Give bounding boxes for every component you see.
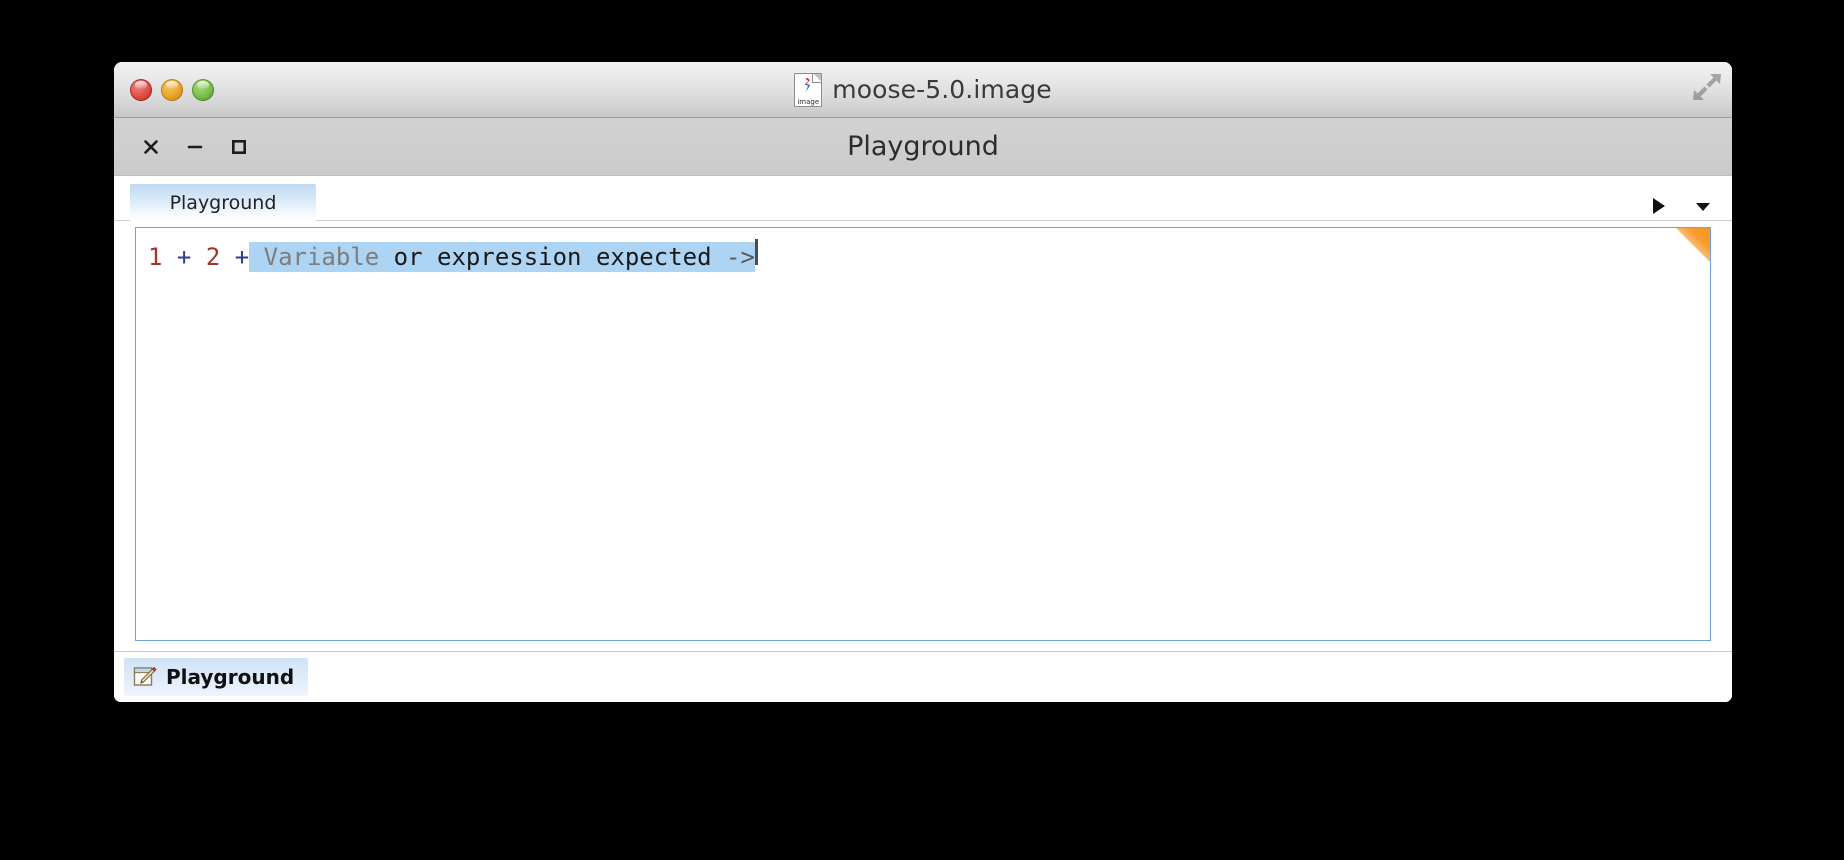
close-button[interactable] xyxy=(130,78,152,101)
os-titlebar[interactable]: image moose-5.0.image xyxy=(114,62,1732,118)
window-title: moose-5.0.image xyxy=(832,75,1052,104)
window-control-group xyxy=(140,136,250,158)
doc-glyph xyxy=(804,77,811,93)
error-hint-highlight[interactable]: Variable or expression expected -> xyxy=(249,242,755,272)
code-editor[interactable]: 1 + 2 + Variable or expression expected … xyxy=(135,227,1711,641)
chevron-down-icon[interactable] xyxy=(1692,195,1714,217)
token-space-2 xyxy=(191,242,205,272)
taskbar: Playground xyxy=(114,651,1732,702)
code-line: 1 + 2 + Variable or expression expected … xyxy=(136,228,1710,272)
tab-strip: Playground xyxy=(114,176,1732,221)
doc-fold xyxy=(812,73,822,83)
os-title-group: image moose-5.0.image xyxy=(114,72,1732,107)
text-caret xyxy=(754,239,758,265)
tab-playground-label: Playground xyxy=(169,191,277,214)
token-operator-2: + xyxy=(234,243,250,271)
token-space-1 xyxy=(162,242,176,272)
token-number-1: 1 xyxy=(148,243,163,271)
window-close-button[interactable] xyxy=(140,136,162,158)
error-hint-message: or expression expected xyxy=(379,243,726,271)
window-minimize-button[interactable] xyxy=(184,136,206,158)
zoom-button[interactable] xyxy=(192,78,214,101)
token-space-3 xyxy=(220,242,234,272)
traffic-light-group xyxy=(130,78,214,101)
resize-expand-icon[interactable] xyxy=(1692,72,1722,102)
token-number-2: 2 xyxy=(205,243,221,271)
taskbar-item-label: Playground xyxy=(166,665,295,689)
minimize-button[interactable] xyxy=(161,78,183,101)
doc-icon-label: image xyxy=(795,97,822,106)
playground-titlebar[interactable]: Playground xyxy=(114,118,1732,176)
error-hint-arrow: -> xyxy=(726,243,755,271)
os-window: image moose-5.0.image Playground Playgro… xyxy=(114,62,1732,702)
error-hint-prefix xyxy=(249,242,263,272)
pencil-edit-icon xyxy=(132,664,158,690)
tab-action-group xyxy=(1648,195,1714,221)
editor-pane: 1 + 2 + Variable or expression expected … xyxy=(114,221,1732,651)
image-document-icon: image xyxy=(794,72,823,107)
play-icon[interactable] xyxy=(1648,195,1670,217)
window-maximize-button[interactable] xyxy=(228,136,250,158)
token-operator-1: + xyxy=(176,243,192,271)
tab-playground[interactable]: Playground xyxy=(130,184,316,221)
playground-window: Playground Playground 1 + 2 + Variable o… xyxy=(114,118,1732,702)
error-hint-word: Variable xyxy=(263,243,380,271)
taskbar-item-playground[interactable]: Playground xyxy=(124,658,309,696)
playground-title: Playground xyxy=(847,131,999,162)
